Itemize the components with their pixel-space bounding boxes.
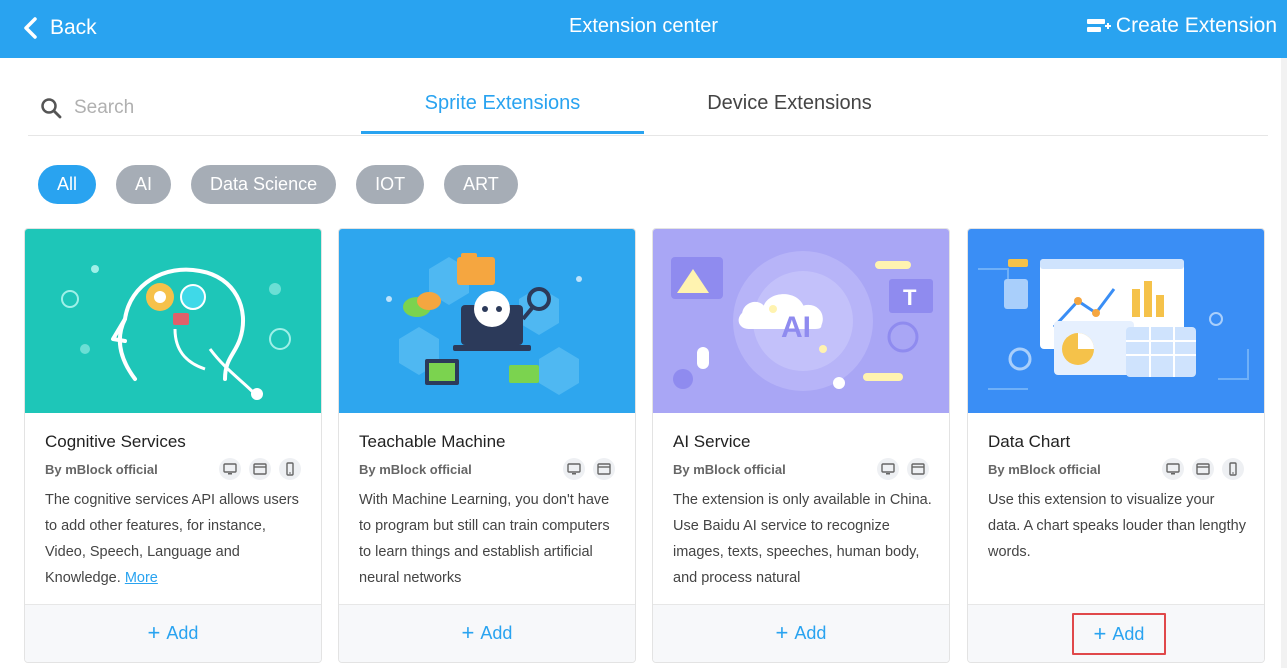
mobile-icon <box>279 458 301 480</box>
platform-list <box>1154 458 1244 480</box>
plus-icon: + <box>147 620 161 645</box>
filter-all[interactable]: All <box>38 165 97 204</box>
desktop-icon <box>563 458 585 480</box>
card-author: By mBlock official <box>988 462 1101 477</box>
browser-icon <box>593 458 615 480</box>
more-link[interactable]: More <box>125 570 158 586</box>
teachable-machine-illustration <box>339 229 635 413</box>
add-button[interactable]: + Add <box>123 615 223 651</box>
svg-text:T: T <box>903 285 917 310</box>
browser-icon <box>249 458 271 480</box>
mobile-icon <box>1222 458 1244 480</box>
extension-card-data-chart[interactable]: Data Chart By mBlock official Use this e… <box>967 228 1265 663</box>
create-extension-button[interactable]: Create Extension <box>1086 14 1277 38</box>
extension-card-cognitive-services[interactable]: Cognitive Services By mBlock official Th… <box>24 228 322 663</box>
card-title: Data Chart <box>988 432 1071 451</box>
card-author: By mBlock official <box>359 462 472 477</box>
extension-card-ai-service[interactable]: AI T AI Service By mBlock official The e… <box>652 228 950 663</box>
card-title: Cognitive Services <box>45 432 186 451</box>
card-footer: + Add <box>339 604 635 662</box>
card-footer: + Add <box>653 604 949 662</box>
desktop-icon <box>219 458 241 480</box>
add-button[interactable]: + Add <box>1072 613 1166 655</box>
search-box[interactable] <box>40 97 314 119</box>
card-description: The cognitive services API allows users … <box>45 487 307 591</box>
add-button[interactable]: + Add <box>751 615 851 651</box>
plus-icon: + <box>461 620 475 645</box>
card-footer: + Add <box>968 604 1264 662</box>
browser-icon <box>907 458 929 480</box>
add-label: Add <box>166 622 199 643</box>
category-filters: All AI Data Science IOT ART <box>38 165 538 204</box>
browser-icon <box>1192 458 1214 480</box>
add-label: Add <box>1112 623 1145 644</box>
filter-art[interactable]: ART <box>444 165 518 204</box>
platform-list <box>211 458 301 480</box>
search-input[interactable] <box>74 97 314 119</box>
tab-device-extensions[interactable]: Device Extensions <box>648 92 931 115</box>
plus-icon: + <box>775 620 789 645</box>
data-chart-illustration <box>968 229 1264 413</box>
create-extension-label: Create Extension <box>1115 14 1277 37</box>
tab-sprite-extensions[interactable]: Sprite Extensions <box>361 92 644 134</box>
card-description: With Machine Learning, you don't have to… <box>359 492 610 586</box>
top-bar: Back Extension center Create Extension <box>0 0 1287 58</box>
svg-text:AI: AI <box>781 311 811 344</box>
filter-iot[interactable]: IOT <box>356 165 425 204</box>
ai-service-illustration: AI T <box>653 229 949 413</box>
card-description: Use this extension to visualize your dat… <box>988 492 1246 560</box>
scrollbar[interactable] <box>1281 58 1287 668</box>
cognitive-services-illustration <box>25 229 321 413</box>
card-title: Teachable Machine <box>359 432 506 451</box>
desktop-icon <box>1162 458 1184 480</box>
card-title: AI Service <box>673 432 751 451</box>
card-description: The extension is only available in China… <box>673 492 932 586</box>
card-footer: + Add <box>25 604 321 662</box>
add-button[interactable]: + Add <box>437 615 537 651</box>
search-icon <box>41 98 62 119</box>
toolbar: Sprite Extensions Device Extensions <box>28 80 1268 136</box>
card-author: By mBlock official <box>45 462 158 477</box>
add-label: Add <box>794 622 827 643</box>
card-description-text: The cognitive services API allows users … <box>45 492 299 586</box>
card-author: By mBlock official <box>673 462 786 477</box>
desktop-icon <box>877 458 899 480</box>
platform-list <box>555 458 615 480</box>
filter-ai[interactable]: AI <box>116 165 172 204</box>
platform-list <box>869 458 929 480</box>
extension-card-teachable-machine[interactable]: Teachable Machine By mBlock official Wit… <box>338 228 636 663</box>
create-extension-icon <box>1086 19 1111 32</box>
plus-icon: + <box>1093 621 1107 646</box>
add-label: Add <box>480 622 513 643</box>
filter-data-science[interactable]: Data Science <box>191 165 337 204</box>
